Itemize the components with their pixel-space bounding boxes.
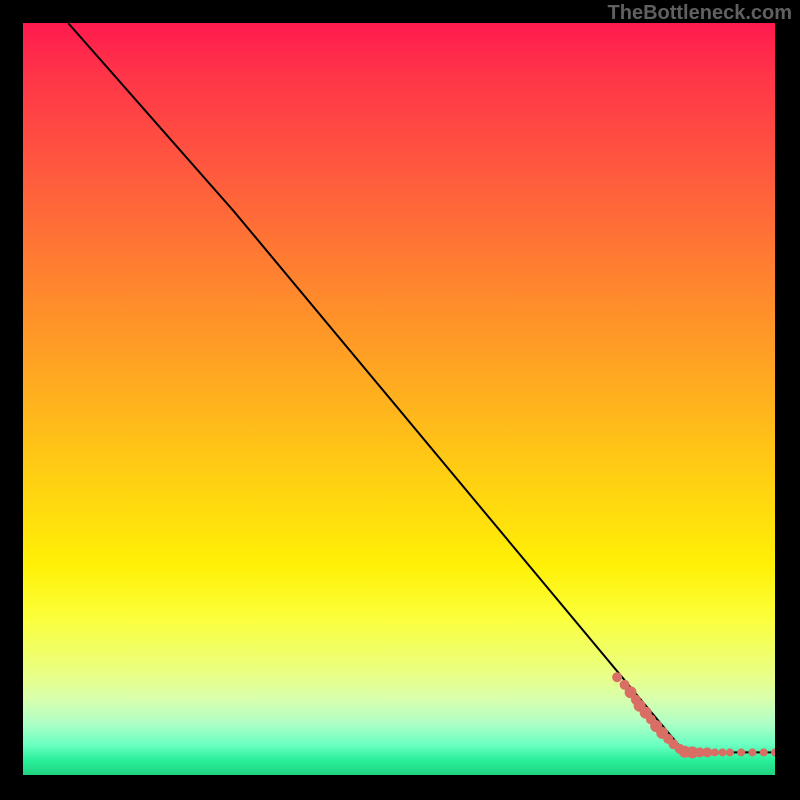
chart-background (23, 23, 775, 775)
watermark-text: TheBottleneck.com (608, 2, 792, 25)
